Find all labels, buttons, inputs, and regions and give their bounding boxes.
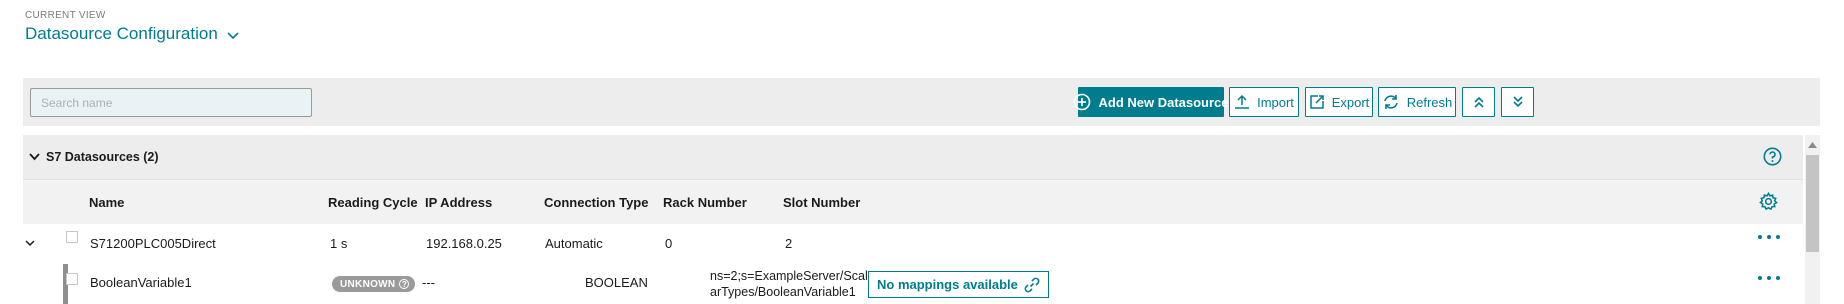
current-view-caption: CURRENT VIEW: [25, 10, 106, 21]
view-selector[interactable]: Datasource Configuration: [25, 24, 239, 44]
column-header-name[interactable]: Name: [89, 195, 124, 210]
chevron-down-icon[interactable]: [25, 240, 35, 247]
cell-node-id: ns=2;s=ExampleServer/ScalarTypes/Boolean…: [710, 269, 868, 299]
column-header-rack-number[interactable]: Rack Number: [663, 195, 747, 210]
datasource-panel: S7 Datasources (2) Name Reading Cycle IP…: [23, 135, 1820, 304]
more-actions-button[interactable]: [1758, 233, 1780, 241]
add-circle-icon: [1074, 93, 1091, 111]
collapse-all-button[interactable]: [1462, 87, 1495, 117]
search-input[interactable]: [30, 88, 312, 117]
import-button[interactable]: Import: [1229, 87, 1299, 117]
child-row[interactable]: BooleanVariable1 UNKNOWN ? --- BOOLEAN n…: [23, 264, 1803, 304]
cell-connection-type: Automatic: [545, 236, 603, 251]
column-header-reading-cycle[interactable]: Reading Cycle: [328, 195, 418, 210]
cell-ip-address: 192.168.0.25: [426, 236, 502, 251]
export-label: Export: [1331, 94, 1370, 110]
export-icon: [1309, 95, 1324, 109]
cell-value: ---: [422, 275, 435, 290]
group-header[interactable]: S7 Datasources (2): [23, 135, 1803, 179]
refresh-label: Refresh: [1406, 94, 1453, 110]
child-row-checkbox[interactable]: [66, 273, 78, 285]
no-mappings-button[interactable]: No mappings available: [868, 271, 1049, 298]
cell-rack-number: 0: [665, 236, 673, 251]
chevron-down-icon: [227, 32, 239, 40]
refresh-icon: [1383, 95, 1398, 109]
status-badge: UNKNOWN ?: [332, 276, 416, 292]
cell-data-type: BOOLEAN: [585, 275, 648, 290]
add-new-datasource-button[interactable]: Add New Datasource: [1074, 87, 1229, 117]
expand-all-button[interactable]: [1501, 87, 1534, 117]
view-title: Datasource Configuration: [25, 24, 218, 43]
chevron-down-icon: [29, 153, 40, 161]
double-chevron-down-icon: [1512, 96, 1523, 108]
status-badge-label: UNKNOWN: [340, 278, 396, 290]
cell-slot-number: 2: [785, 236, 793, 251]
column-header-ip-address[interactable]: IP Address: [425, 195, 492, 210]
table-row[interactable]: S71200PLC005Direct 1 s 192.168.0.25 Auto…: [23, 224, 1803, 265]
export-button[interactable]: Export: [1305, 87, 1373, 117]
help-icon[interactable]: ?: [399, 279, 410, 289]
refresh-button[interactable]: Refresh: [1378, 87, 1456, 117]
more-actions-button[interactable]: [1758, 274, 1780, 282]
table-header: Name Reading Cycle IP Address Connection…: [23, 179, 1803, 224]
scroll-up-arrow-icon[interactable]: [1808, 142, 1817, 148]
cell-reading-cycle: 1 s: [330, 236, 348, 251]
column-header-connection-type[interactable]: Connection Type: [544, 195, 648, 210]
row-checkbox[interactable]: [66, 231, 78, 243]
import-icon: [1235, 94, 1250, 109]
help-icon[interactable]: [1763, 147, 1782, 166]
group-title: S7 Datasources (2): [46, 150, 159, 164]
no-mappings-label: No mappings available: [877, 277, 1018, 292]
add-new-datasource-label: Add New Datasource: [1098, 94, 1229, 110]
double-chevron-up-icon: [1473, 96, 1484, 108]
toolbar: Add New Datasource Import Export Refresh: [23, 78, 1820, 126]
scrollbar-thumb[interactable]: [1806, 155, 1819, 252]
column-header-slot-number[interactable]: Slot Number: [783, 195, 860, 210]
gear-icon[interactable]: [1759, 192, 1778, 211]
link-icon: [1024, 277, 1040, 292]
cell-variable-name: BooleanVariable1: [90, 275, 192, 290]
cell-name: S71200PLC005Direct: [90, 236, 216, 251]
import-label: Import: [1257, 94, 1294, 110]
